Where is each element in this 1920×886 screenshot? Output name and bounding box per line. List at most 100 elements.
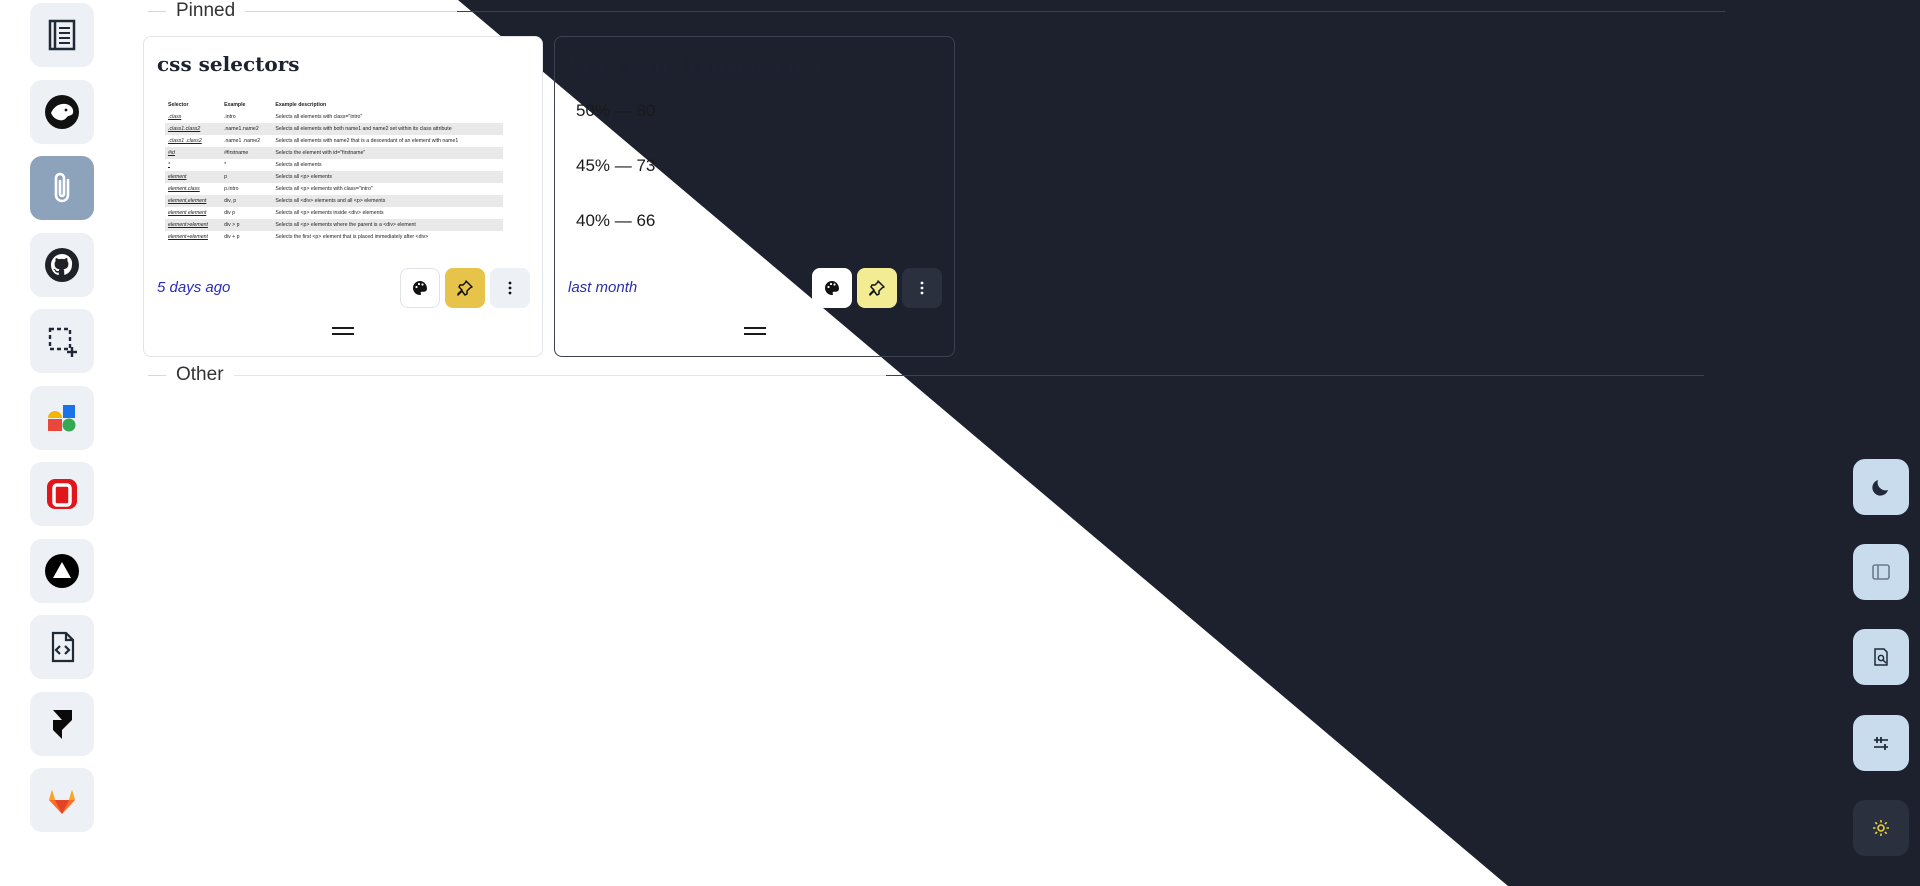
screenshot-add-icon xyxy=(48,327,77,357)
css-selector-table: Selector Example Example description .cl… xyxy=(165,99,503,243)
card-date: 5 days ago xyxy=(157,279,231,296)
table-cell: element+element xyxy=(168,234,208,240)
dark-mode-toggle[interactable] xyxy=(1853,459,1909,515)
more-options-button[interactable] xyxy=(902,268,942,308)
table-row: * * Selects all elements xyxy=(165,159,503,171)
color-palette-button[interactable] xyxy=(400,268,440,308)
table-cell: Selects all elements xyxy=(275,162,322,168)
table-header-row: Selector Example Example description xyxy=(165,99,503,111)
table-row: .class1 .class2 .name1 .name2 Selects all … xyxy=(165,135,503,147)
dock-item-paperclip[interactable] xyxy=(30,156,94,220)
pin-button[interactable] xyxy=(445,268,485,308)
dock-item-shapes[interactable] xyxy=(30,385,94,450)
sidebar-icon xyxy=(1872,564,1890,580)
dock-item-opera[interactable] xyxy=(30,462,94,526)
table-row: .class1.class2 .name1.name2 Selects all el… xyxy=(165,123,503,135)
dock-item-framer[interactable] xyxy=(30,691,94,756)
table-cell: #firstname xyxy=(221,147,273,159)
card-title: css selectors xyxy=(157,52,300,76)
divider xyxy=(148,10,166,12)
table-cell: .intro xyxy=(224,114,236,120)
note-card-css-selectors[interactable]: css selectors Selector Example Example d… xyxy=(143,36,543,357)
dock-item-leopard[interactable] xyxy=(30,79,94,144)
search-notes-button[interactable] xyxy=(1853,629,1909,685)
table-cell: element xyxy=(165,171,222,183)
hex-line: 45% — 73 xyxy=(576,156,656,175)
divider xyxy=(148,374,166,376)
table-cell: Selects the first <p> element that is pl… xyxy=(275,234,429,240)
table-cell: .class xyxy=(168,114,182,120)
sidebar-toggle[interactable] xyxy=(1853,544,1909,600)
dock-item-gitlab[interactable] xyxy=(30,768,94,832)
table-row: element+element div + p Selects the first … xyxy=(165,231,503,243)
table-cell: div > p xyxy=(221,219,273,231)
triangle-icon xyxy=(45,553,79,588)
notebook-icon xyxy=(48,19,76,51)
table-row: .class .intro Selects all elements with cl… xyxy=(165,111,503,123)
dock-item-notebook[interactable] xyxy=(30,3,94,67)
pin-icon xyxy=(869,280,885,296)
table-cell: .name1.name2 xyxy=(221,123,273,135)
table-cell: Selects the element with id="firstname" xyxy=(272,147,503,159)
table-cell: .class1 .class2 xyxy=(168,138,202,144)
framer-icon xyxy=(53,709,72,739)
table-cell: div + p xyxy=(224,234,240,240)
table-cell: element,element xyxy=(165,195,222,207)
table-cell: element>element xyxy=(165,219,222,231)
pin-icon xyxy=(457,280,473,296)
table-row: element>element div > p Selects all <p> el… xyxy=(165,219,503,231)
kebab-menu-icon xyxy=(508,281,512,295)
table-cell: .class1.class2 xyxy=(165,123,222,135)
table-row: element p Selects all <p> elements xyxy=(165,171,503,183)
drag-handle[interactable] xyxy=(743,327,766,335)
settings-button[interactable] xyxy=(1853,800,1909,856)
gear-icon xyxy=(1873,820,1889,836)
filter-settings-button[interactable] xyxy=(1853,715,1909,771)
card-title: hex color transparency xyxy=(568,52,826,76)
paperclip-icon xyxy=(54,172,70,203)
leopard-icon xyxy=(45,94,79,129)
table-cell: Selects all <p> elements inside <div> el… xyxy=(275,210,384,216)
other-section-header: Other xyxy=(148,364,1704,386)
sliders-icon xyxy=(1874,737,1888,750)
pinned-label: Pinned xyxy=(176,0,236,21)
hex-line: 40% — 66 xyxy=(576,211,656,230)
table-cell: #id xyxy=(165,147,222,159)
table-cell: Selects all elements with class="intro" xyxy=(275,114,363,120)
hex-line: 50% — 80 xyxy=(576,101,656,120)
more-options-button[interactable] xyxy=(490,268,530,308)
table-thumbnail: Selector Example Example description .cl… xyxy=(165,99,503,259)
pin-button[interactable] xyxy=(857,268,897,308)
gitlab-icon xyxy=(49,790,75,814)
drag-handle[interactable] xyxy=(332,327,354,335)
card-actions xyxy=(812,268,942,308)
table-cell: .name1 .name2 xyxy=(224,138,261,144)
table-row: #id #firstname Selects the element with id… xyxy=(165,147,503,159)
table-row: element.class p.intro Selects all <p> elem… xyxy=(165,183,503,195)
table-cell: p xyxy=(221,171,273,183)
table-cell: Selects all elements with name2 that is … xyxy=(275,138,459,144)
moon-icon xyxy=(1872,480,1888,496)
dock-item-screenshot[interactable] xyxy=(30,309,94,373)
dock-item-triangle[interactable] xyxy=(30,538,94,603)
code-file-icon xyxy=(51,631,75,663)
pinned-section-header: Pinned xyxy=(148,0,1726,22)
palette-icon xyxy=(825,281,839,295)
note-card-hex-transparency[interactable]: hex color transparency 50% — 80 45% — 73… xyxy=(554,36,955,357)
dock-item-code-file[interactable] xyxy=(30,615,94,679)
table-cell: p.intro xyxy=(224,186,239,192)
color-palette-button[interactable] xyxy=(812,268,852,308)
dock-item-github[interactable] xyxy=(30,232,94,297)
table-cell: * xyxy=(168,162,171,168)
palette-icon xyxy=(413,281,427,295)
divider xyxy=(233,374,1704,376)
other-label: Other xyxy=(176,364,224,385)
shapes-app-icon xyxy=(48,404,76,431)
table-header: Example xyxy=(224,102,246,108)
table-header: Example description xyxy=(275,102,327,108)
kebab-menu-icon xyxy=(920,281,924,295)
table-cell: div p xyxy=(224,210,236,216)
table-header: Selector xyxy=(168,102,189,108)
table-cell: Selects all <p> elements where the paren… xyxy=(272,219,503,231)
table-cell: Selects all <p> elements xyxy=(272,171,503,183)
